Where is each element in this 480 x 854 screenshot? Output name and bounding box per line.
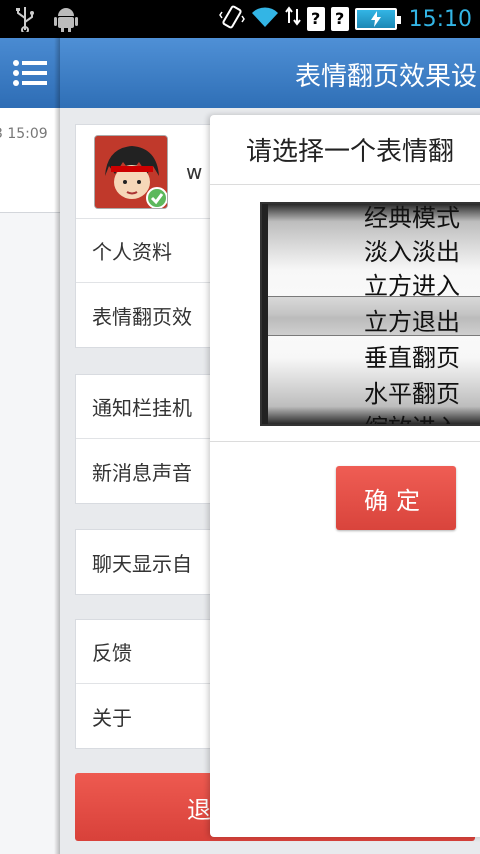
- picker-item-selected[interactable]: 立方退出: [364, 302, 460, 337]
- avatar: [94, 134, 168, 209]
- profile-name: w: [186, 159, 203, 184]
- picker-wheel[interactable]: 经典模式 淡入淡出 立方进入 立方退出 垂直翻页 水平翻页 缩放进入: [268, 204, 480, 424]
- battery-charging-icon: [354, 8, 401, 30]
- sim-unknown-icon: ?: [330, 7, 349, 31]
- conversation-list-panel: 3 15:09: [0, 38, 60, 854]
- dialog-title: 请选择一个表情翻: [210, 115, 480, 185]
- status-bar: ? ? 15:10: [0, 0, 480, 38]
- picker-item[interactable]: 经典模式: [364, 204, 460, 233]
- picker-item[interactable]: 淡入淡出: [364, 232, 460, 267]
- picker-item[interactable]: 垂直翻页: [364, 338, 460, 373]
- picker-item[interactable]: 缩放进入: [364, 408, 460, 424]
- list-item-time: 3 15:09: [0, 126, 48, 142]
- picker-item[interactable]: 立方进入: [364, 266, 460, 301]
- menu-list-icon: [13, 60, 47, 86]
- dialog-divider: [210, 441, 480, 442]
- page-title: 表情翻页效果设: [295, 62, 478, 92]
- wifi-icon: [251, 5, 279, 33]
- picker-item[interactable]: 水平翻页: [364, 374, 460, 409]
- list-item[interactable]: 3 15:09: [0, 108, 60, 213]
- menu-button[interactable]: [0, 38, 60, 108]
- clock: 15:10: [408, 6, 472, 32]
- android-icon: [54, 6, 78, 36]
- usb-icon: [14, 6, 36, 36]
- effect-picker-dialog: 请选择一个表情翻 经典模式 淡入淡出 立方进入 立方退出 垂直翻页 水平翻页 缩…: [210, 115, 480, 837]
- sim-unknown-icon: ?: [306, 7, 325, 31]
- vibrate-icon: [218, 4, 245, 34]
- confirm-button[interactable]: 确定: [336, 466, 456, 530]
- top-bar: 表情翻页效果设: [60, 38, 480, 108]
- data-arrows-icon: [284, 5, 301, 33]
- wheel-picker[interactable]: 经典模式 淡入淡出 立方进入 立方退出 垂直翻页 水平翻页 缩放进入: [260, 202, 480, 426]
